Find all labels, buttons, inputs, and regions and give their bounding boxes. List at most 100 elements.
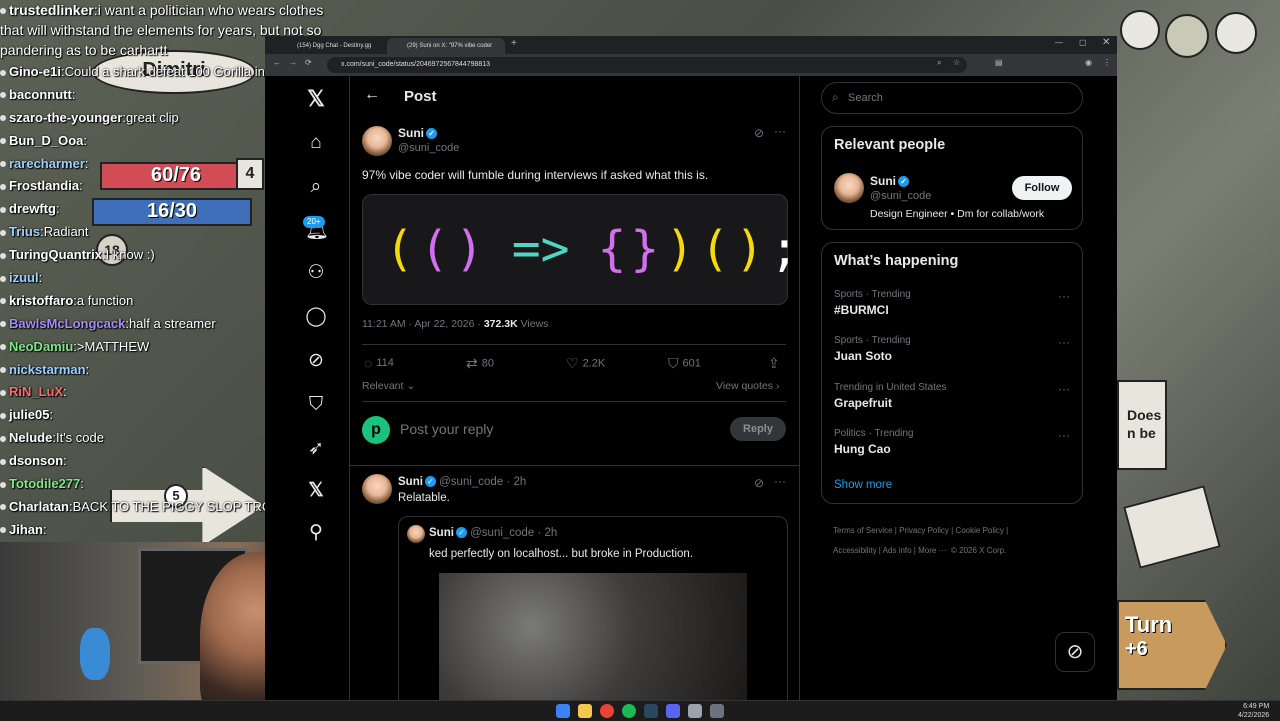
chat-username[interactable]: kristoffaro <box>9 293 73 308</box>
zoom-icon[interactable]: ⌕ <box>937 58 941 68</box>
discord-icon[interactable] <box>666 704 680 718</box>
person-avatar[interactable] <box>834 173 864 203</box>
chat-username[interactable]: TuringQuantrix <box>9 247 102 262</box>
trend-item[interactable]: Sports · Trending #BURMCI <box>834 289 911 317</box>
chat-username[interactable]: baconnutt <box>9 87 72 102</box>
chat-username[interactable]: Gino-e1i <box>9 64 61 79</box>
person-name-row[interactable]: Suni ✓ <box>870 174 909 188</box>
menu-icon[interactable]: ⋮ <box>1103 58 1111 67</box>
premium-x-icon[interactable]: 𝕏 <box>305 480 327 502</box>
chrome-icon[interactable] <box>600 704 614 718</box>
chat-username[interactable]: RiN_LuX <box>9 384 63 399</box>
x-logo-icon[interactable]: 𝕏 <box>305 88 327 110</box>
spotify-icon[interactable] <box>622 704 636 718</box>
messages-icon[interactable]: ◯ <box>305 306 327 328</box>
app-icon[interactable] <box>710 704 724 718</box>
maximize-icon[interactable]: ▢ <box>1079 38 1087 47</box>
trend-more-icon[interactable]: ··· <box>1058 428 1070 442</box>
browser-tab-dgg[interactable]: (154) Dgg Chat - Destiny.gg <box>277 38 383 54</box>
follow-icon[interactable]: ⚇ <box>305 262 327 284</box>
chat-username[interactable]: Totodile277 <box>9 476 80 491</box>
rocket-icon[interactable]: ➶ <box>305 438 327 460</box>
profile-icon[interactable]: ◉ <box>1085 58 1092 67</box>
author-handle[interactable]: @suni_code <box>398 142 459 154</box>
address-bar[interactable] <box>327 57 967 73</box>
quoted-post[interactable]: Suni ✓ @suni_code · 2h ked perfectly on l… <box>398 516 788 708</box>
trend-more-icon[interactable]: ··· <box>1058 335 1070 349</box>
chat-username[interactable]: BawlsMcLongcack <box>9 316 125 331</box>
reply-author-avatar[interactable] <box>362 474 392 504</box>
explorer-icon[interactable] <box>578 704 592 718</box>
forward-icon[interactable]: → <box>289 58 297 67</box>
code-image[interactable]: (() =>{})(); <box>362 194 799 305</box>
trend-item[interactable]: Trending in United States Grapefruit <box>834 382 946 410</box>
search-box[interactable]: ⌕ Search <box>821 82 1083 114</box>
chat-username[interactable]: drewftg <box>9 201 56 216</box>
browser-tab-x[interactable]: (29) Suni on X: "97% vibe coder <box>387 38 505 54</box>
search-icon[interactable]: ⌕ <box>305 176 327 198</box>
like-action[interactable]: ♡ 2.2K <box>566 355 605 372</box>
reply-input[interactable]: Post your reply <box>400 421 493 437</box>
chat-username[interactable]: Trius <box>9 224 40 239</box>
app-icon[interactable] <box>688 704 702 718</box>
grok-float-icon[interactable]: ⊘ <box>1055 632 1095 672</box>
new-tab-button[interactable]: + <box>511 38 517 49</box>
chat-username[interactable]: Bun_D_Ooa <box>9 133 83 148</box>
chat-username[interactable]: Jihan <box>9 522 43 537</box>
chat-username[interactable]: Charlatan <box>9 499 69 514</box>
chat-username[interactable]: izuul <box>9 270 39 285</box>
footer-link[interactable]: Privacy Policy <box>899 526 949 535</box>
bookmarks-icon[interactable]: ⛉ <box>305 394 327 416</box>
trend-item[interactable]: Sports · Trending Juan Soto <box>834 335 911 363</box>
close-icon[interactable]: ✕ <box>1102 37 1110 48</box>
steam-icon[interactable] <box>644 704 658 718</box>
person-handle[interactable]: @suni_code <box>870 190 931 202</box>
trend-more-icon[interactable]: ··· <box>1058 289 1070 303</box>
chat-username[interactable]: Nelude <box>9 430 52 445</box>
more-icon[interactable]: ··· <box>774 474 786 488</box>
trend-more-icon[interactable]: ··· <box>1058 382 1070 396</box>
footer-link[interactable]: Ads info <box>883 546 912 555</box>
chat-username[interactable]: szaro-the-younger <box>9 110 122 125</box>
author-avatar[interactable] <box>362 126 392 156</box>
share-action[interactable]: ⇪ <box>768 355 784 372</box>
sort-dropdown[interactable]: Relevant ⌄ <box>362 380 415 392</box>
minimize-icon[interactable]: — <box>1055 38 1063 47</box>
grok-explain-icon[interactable]: ⊘ <box>754 476 764 490</box>
footer-link[interactable]: Terms of Service <box>833 526 893 535</box>
back-icon[interactable]: ← <box>273 58 281 67</box>
footer-link[interactable]: Cookie Policy <box>955 526 1003 535</box>
profile-nav-icon[interactable]: ⚲ <box>305 522 327 544</box>
chat-username[interactable]: Frostlandia <box>9 178 79 193</box>
star-icon[interactable]: ☆ <box>953 58 960 67</box>
footer-link[interactable]: More ··· <box>918 546 946 555</box>
reply-header[interactable]: Suni ✓ @suni_code · 2h <box>398 476 526 488</box>
repost-action[interactable]: ⇄ 80 <box>466 355 494 372</box>
bookmark-action[interactable]: ⛉ 601 <box>668 355 701 372</box>
follow-button[interactable]: Follow <box>1012 176 1072 200</box>
footer-link[interactable]: Accessibility <box>833 546 877 555</box>
reload-icon[interactable]: ⟳ <box>305 58 312 67</box>
grok-icon[interactable]: ⊘ <box>305 350 327 372</box>
chat-username[interactable]: nickstarman <box>9 362 86 377</box>
clock[interactable]: 6:49 PM 4/22/2026 <box>1238 702 1269 720</box>
chat-username[interactable]: julie05 <box>9 407 49 422</box>
start-icon[interactable] <box>556 704 570 718</box>
extensions-icon[interactable]: ▤ <box>995 58 1003 67</box>
grok-explain-icon[interactable]: ⊘ <box>754 126 764 140</box>
chat-username[interactable]: rarecharmer <box>9 156 85 171</box>
trend-item[interactable]: Politics · Trending Hung Cao <box>834 428 913 456</box>
home-icon[interactable]: ⌂ <box>305 132 327 154</box>
search-input[interactable]: Search <box>848 92 883 104</box>
show-more-link[interactable]: Show more <box>834 479 892 491</box>
reply-action[interactable]: ◌ 114 <box>364 355 394 371</box>
author-name-row[interactable]: Suni ✓ <box>398 126 437 140</box>
more-icon[interactable]: ··· <box>774 124 786 138</box>
back-arrow-icon[interactable]: ← <box>364 86 380 104</box>
view-quotes-link[interactable]: View quotes › <box>716 380 779 392</box>
reply-button[interactable]: Reply <box>730 417 786 441</box>
chat-username[interactable]: dsonson <box>9 453 63 468</box>
chat-username[interactable]: NeoDamiu <box>9 339 73 354</box>
chat-username[interactable]: trustedlinker <box>9 2 94 18</box>
quote-video-thumbnail[interactable] <box>439 573 747 707</box>
